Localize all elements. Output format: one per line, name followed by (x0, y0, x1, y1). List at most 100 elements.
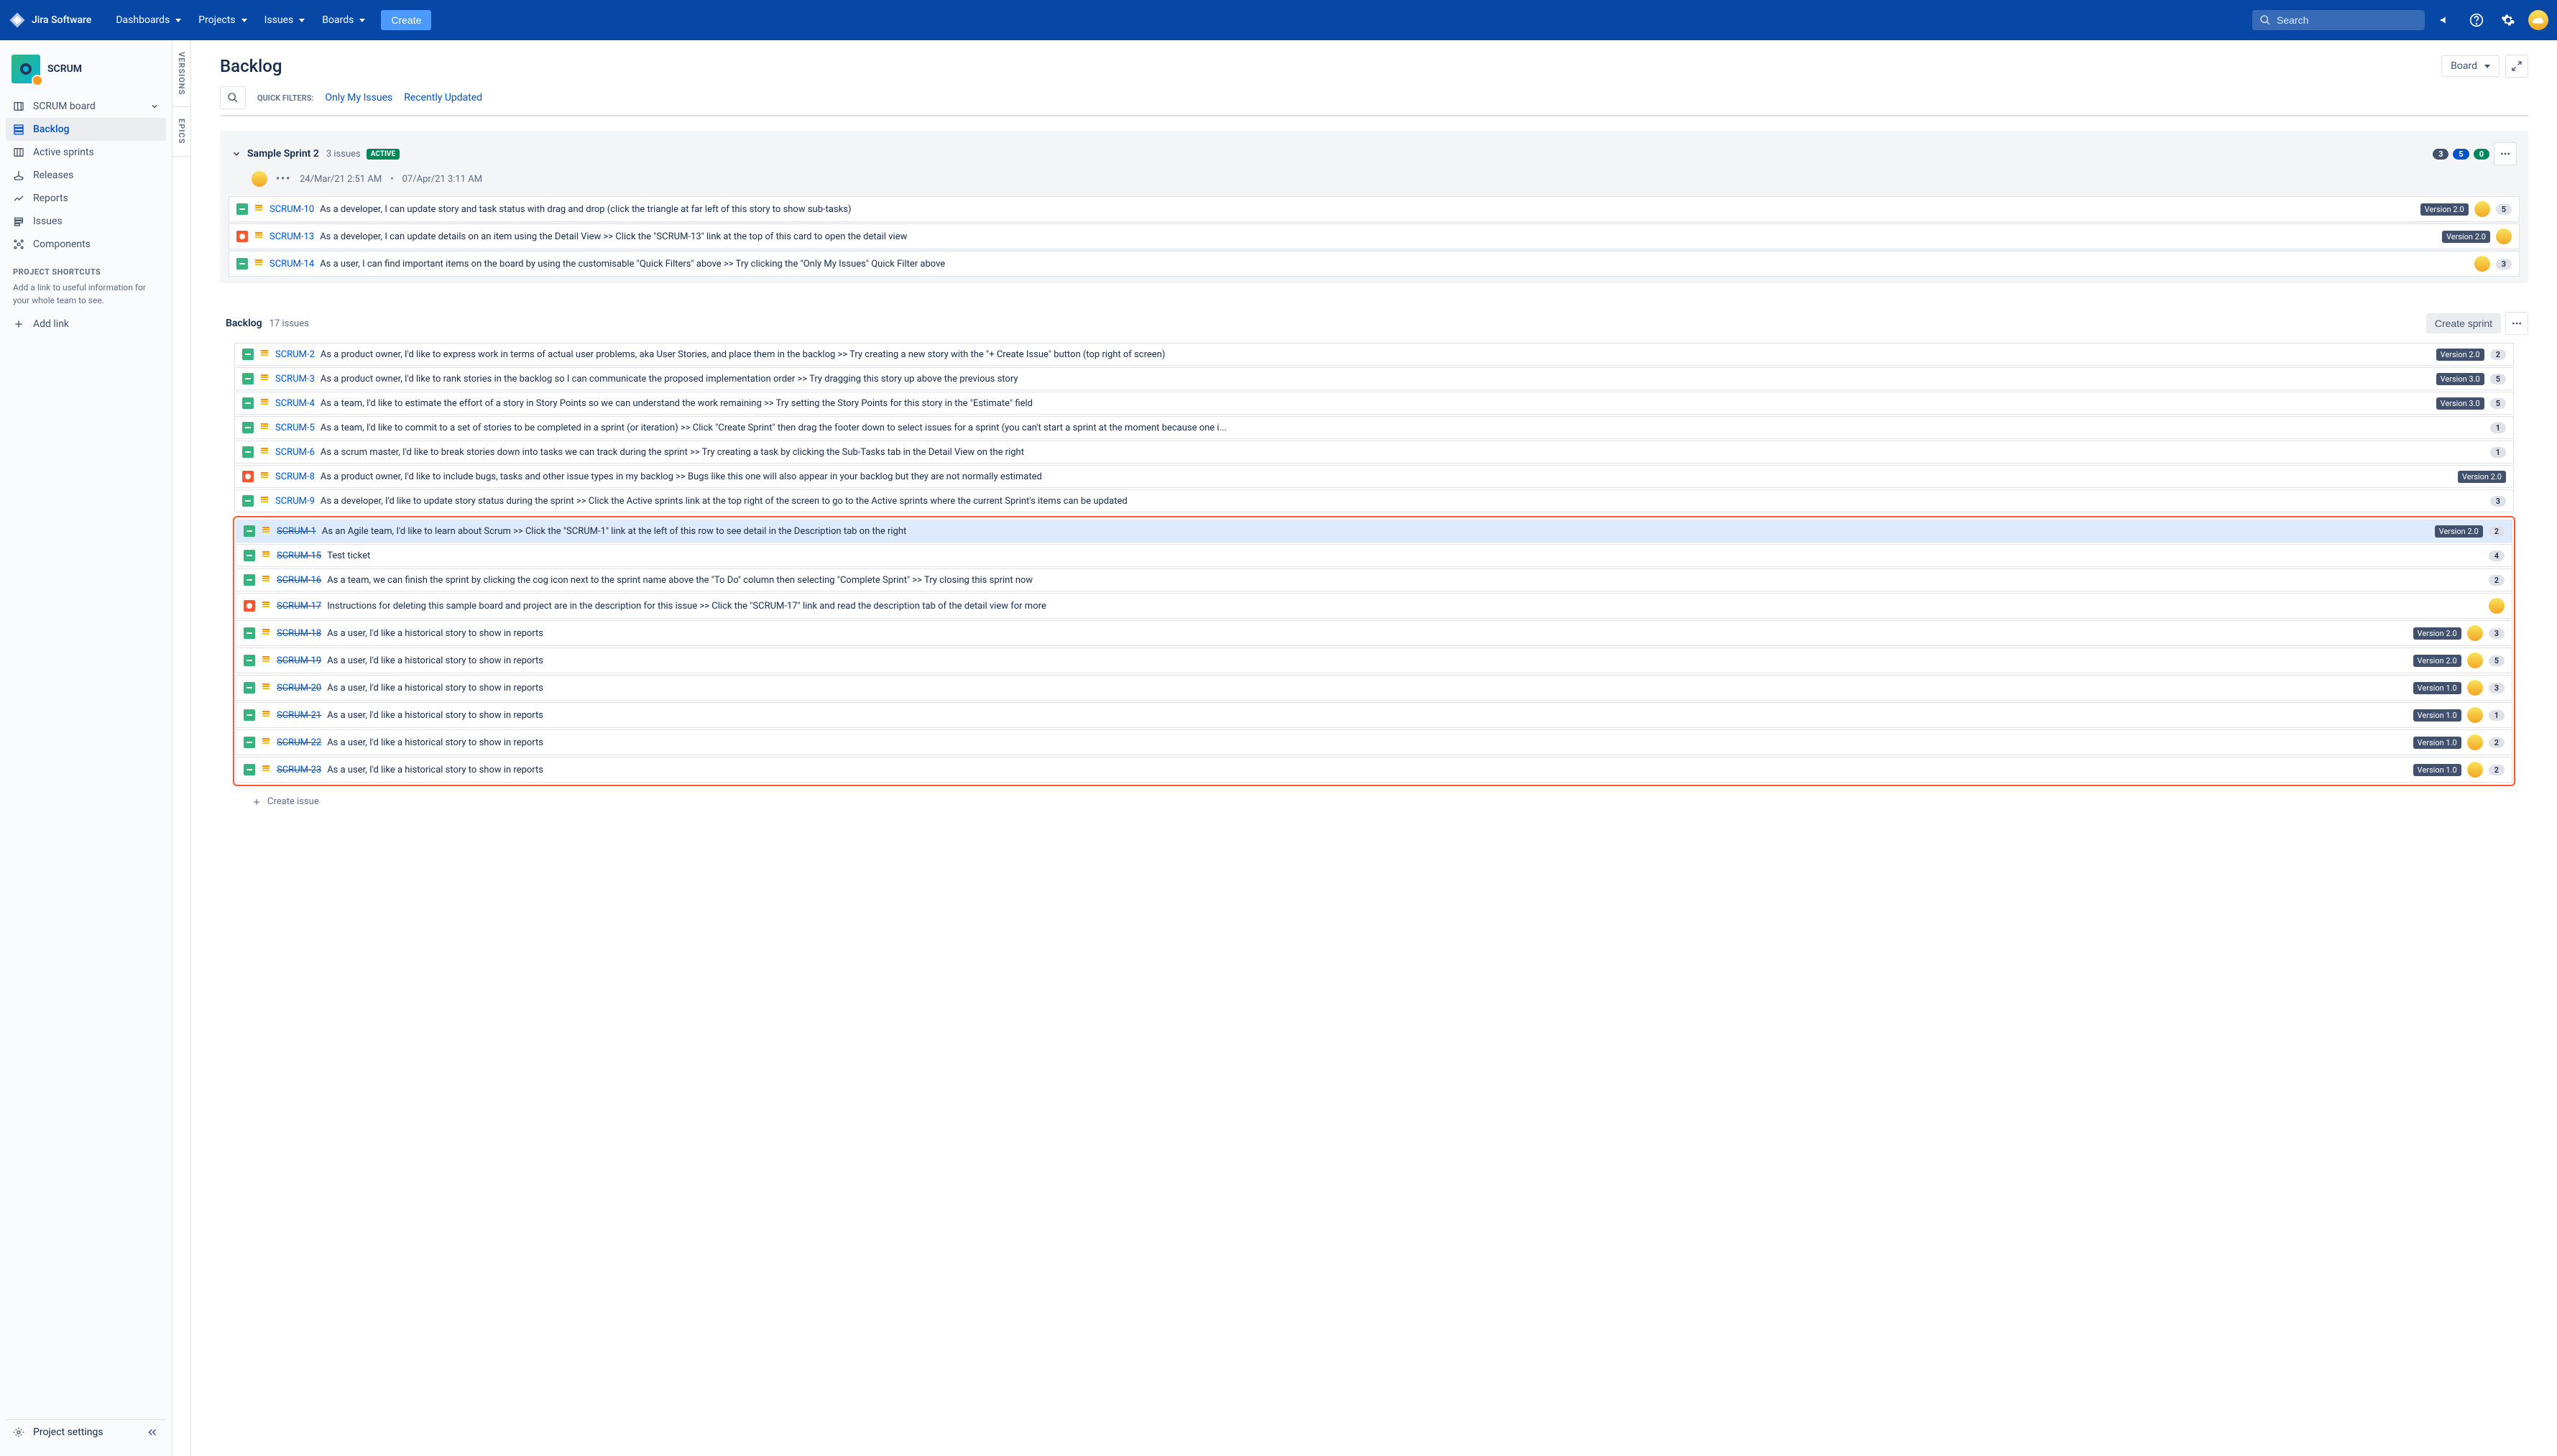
issue-key-link[interactable]: SCRUM-5 (275, 423, 315, 433)
issue-row[interactable]: SCRUM-15Test ticket4 (236, 544, 2512, 567)
issue-key-link[interactable]: SCRUM-10 (269, 204, 314, 215)
chevron-down-icon (150, 102, 159, 111)
issue-key-link[interactable]: SCRUM-4 (275, 398, 315, 409)
fullscreen-button[interactable] (2505, 55, 2528, 78)
assignee-avatar[interactable] (2467, 707, 2483, 723)
priority-icon (261, 763, 271, 776)
board-dropdown[interactable]: Board (2441, 55, 2500, 77)
issue-row[interactable]: SCRUM-21As a user, I'd like a historical… (236, 702, 2512, 728)
add-link-button[interactable]: Add link (6, 313, 166, 336)
assignee-avatar[interactable] (2467, 680, 2483, 696)
create-button[interactable]: Create (381, 10, 431, 30)
issue-key-link[interactable]: SCRUM-17 (277, 601, 321, 612)
meatballs-icon (2511, 318, 2523, 329)
issue-row[interactable]: SCRUM-17Instructions for deleting this s… (236, 593, 2512, 619)
create-sprint-button[interactable]: Create sprint (2426, 313, 2501, 333)
help-icon (2469, 13, 2484, 27)
issue-key-link[interactable]: SCRUM-6 (275, 447, 315, 458)
issue-key-link[interactable]: SCRUM-20 (277, 683, 321, 694)
sprint-more-button[interactable] (2494, 142, 2517, 165)
backlog-name[interactable]: Backlog (226, 318, 262, 329)
issue-row[interactable]: SCRUM-6As a scrum master, I'd like to br… (234, 441, 2514, 464)
user-avatar[interactable] (2528, 10, 2548, 30)
backlog-more-button[interactable] (2505, 312, 2528, 335)
issue-key-link[interactable]: SCRUM-16 (277, 575, 321, 586)
assignee-avatar[interactable] (2474, 201, 2490, 217)
issue-row[interactable]: SCRUM-5As a team, I'd like to commit to … (234, 416, 2514, 439)
issue-key-link[interactable]: SCRUM-18 (277, 628, 321, 639)
issue-row[interactable]: SCRUM-18As a user, I'd like a historical… (236, 620, 2512, 646)
product-logo[interactable]: Jira Software (9, 11, 91, 29)
collapse-toggle[interactable] (231, 149, 241, 159)
sidebar-item-components[interactable]: Components (6, 233, 166, 256)
issue-row[interactable]: SCRUM-9As a developer, I'd like to updat… (234, 489, 2514, 512)
nav-boards[interactable]: Boards (315, 10, 372, 30)
sidebar-board-link[interactable]: SCRUM board (6, 95, 166, 118)
backlog-issue-list-top: SCRUM-2As a product owner, I'd like to e… (220, 342, 2528, 513)
filter-only-my-issues[interactable]: Only My Issues (325, 92, 392, 103)
global-search[interactable] (2252, 10, 2425, 30)
sprint-name[interactable]: Sample Sprint 2 (247, 148, 319, 160)
sidebar-item-issues[interactable]: Issues (6, 210, 166, 233)
backlog-issue-list-boxed: SCRUM-1As an Agile team, I'd like to lea… (234, 519, 2514, 783)
estimate-badge: 2 (2489, 765, 2505, 775)
issue-key-link[interactable]: SCRUM-2 (275, 349, 315, 360)
nav-issues[interactable]: Issues (257, 10, 313, 30)
side-panels: VERSIONS EPICS (172, 40, 191, 1456)
create-issue-button[interactable]: Create issue (220, 789, 2528, 814)
issue-key-link[interactable]: SCRUM-9 (275, 496, 315, 507)
help-button[interactable] (2465, 9, 2488, 32)
issue-key-link[interactable]: SCRUM-14 (269, 259, 314, 269)
nav-dashboards[interactable]: Dashboards (109, 10, 188, 30)
issue-key-link[interactable]: SCRUM-1 (277, 526, 316, 537)
sidebar-item-reports[interactable]: Reports (6, 187, 166, 210)
assignee-avatar[interactable] (2467, 734, 2483, 750)
search-input[interactable] (2277, 14, 2418, 26)
issue-row[interactable]: SCRUM-8 As a product owner, I'd like to i… (234, 465, 2514, 488)
issue-row[interactable]: SCRUM-10As a developer, I can update sto… (229, 196, 2520, 222)
assignee-avatar[interactable] (2474, 256, 2490, 272)
sidebar-item-backlog[interactable]: Backlog (6, 118, 166, 141)
issue-row[interactable]: SCRUM-4As a team, I'd like to estimate t… (234, 392, 2514, 415)
issue-row[interactable]: SCRUM-3As a product owner, I'd like to r… (234, 367, 2514, 390)
epics-panel-toggle[interactable]: EPICS (172, 107, 190, 156)
notifications-button[interactable] (2433, 9, 2456, 32)
issue-key-link[interactable]: SCRUM-22 (277, 737, 321, 748)
issue-row[interactable]: SCRUM-19As a user, I'd like a historical… (236, 648, 2512, 673)
issue-summary: As a product owner, I'd like to include … (321, 471, 2452, 482)
issue-row[interactable]: SCRUM-2As a product owner, I'd like to e… (234, 343, 2514, 366)
sprint-more-assignees[interactable]: ••• (276, 173, 291, 185)
project-settings-link[interactable]: Project settings (13, 1427, 103, 1438)
collapse-icon[interactable] (146, 1426, 159, 1439)
assignee-avatar[interactable] (2489, 598, 2505, 614)
sidebar-item-releases[interactable]: Releases (6, 164, 166, 187)
issue-row[interactable]: SCRUM-14As a user, I can find important … (229, 251, 2520, 277)
filter-recently-updated[interactable]: Recently Updated (404, 92, 482, 103)
issue-row[interactable]: SCRUM-22As a user, I'd like a historical… (236, 729, 2512, 755)
settings-button[interactable] (2497, 9, 2520, 32)
issue-key-link[interactable]: SCRUM-23 (277, 765, 321, 775)
nav-projects[interactable]: Projects (191, 10, 254, 30)
assignee-avatar[interactable] (2496, 229, 2512, 244)
issue-row[interactable]: SCRUM-1As an Agile team, I'd like to lea… (236, 520, 2512, 543)
versions-panel-toggle[interactable]: VERSIONS (172, 40, 190, 107)
sidebar-item-active-sprints[interactable]: Active sprints (6, 141, 166, 164)
project-header[interactable]: SCRUM (6, 52, 166, 95)
issue-row[interactable]: SCRUM-16As a team, we can finish the spr… (236, 568, 2512, 591)
assignee-avatar[interactable] (2467, 653, 2483, 668)
filter-search-button[interactable] (220, 86, 246, 109)
issue-row[interactable]: SCRUM-20As a user, I'd like a historical… (236, 675, 2512, 701)
issue-key-link[interactable]: SCRUM-13 (269, 231, 314, 242)
issue-key-link[interactable]: SCRUM-8 (275, 471, 315, 482)
issue-key-link[interactable]: SCRUM-15 (277, 550, 321, 561)
sprint-assignee-avatar[interactable] (252, 171, 267, 187)
estimate-badge: 3 (2496, 259, 2512, 269)
issue-key-link[interactable]: SCRUM-3 (275, 374, 315, 384)
issue-key-link[interactable]: SCRUM-19 (277, 655, 321, 666)
estimate-badge: 2 (2489, 737, 2505, 748)
assignee-avatar[interactable] (2467, 625, 2483, 641)
issue-row[interactable]: SCRUM-13As a developer, I can update det… (229, 224, 2520, 249)
issue-row[interactable]: SCRUM-23As a user, I'd like a historical… (236, 757, 2512, 783)
issue-key-link[interactable]: SCRUM-21 (277, 710, 321, 721)
assignee-avatar[interactable] (2467, 762, 2483, 778)
